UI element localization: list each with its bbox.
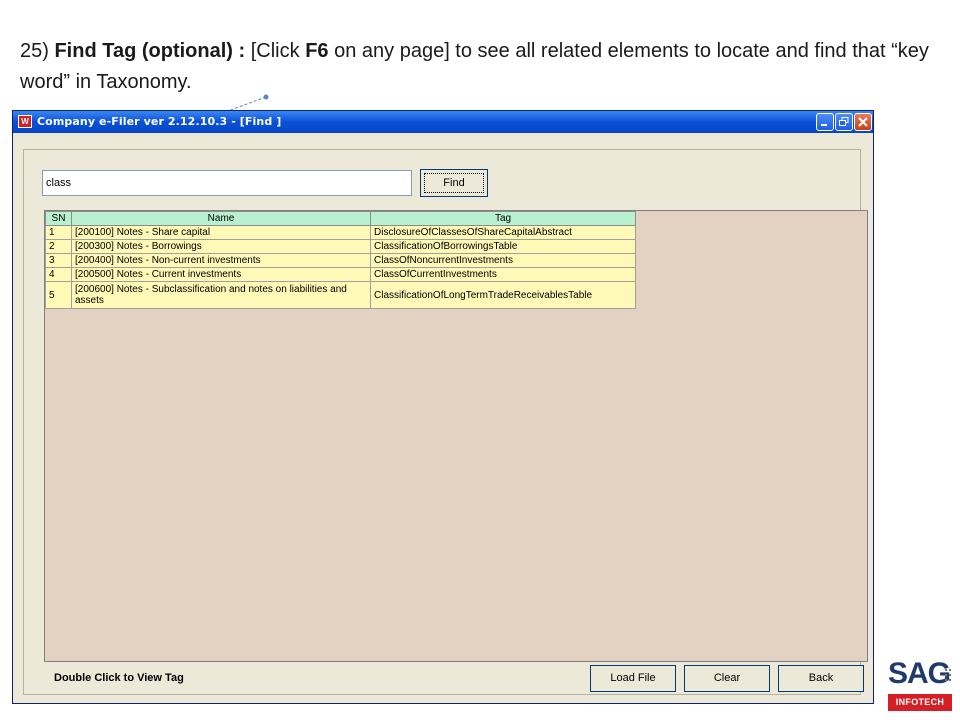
table-row[interactable]: 3 [200400] Notes - Non-current investmen… — [45, 253, 636, 268]
window-title: Company e-Filer ver 2.12.10.3 - [Find ] — [37, 115, 282, 128]
find-panel: Find SN Name Tag 1 [200100] Notes — [23, 149, 868, 695]
table-header-row: SN Name Tag — [45, 211, 636, 226]
cell-tag: ClassificationOfLongTermTradeReceivables… — [370, 281, 636, 309]
restore-icon — [839, 117, 849, 126]
cell-name: [200300] Notes - Borrowings — [71, 239, 371, 254]
load-file-button[interactable]: Load File — [590, 665, 676, 692]
minimize-icon — [821, 124, 827, 126]
close-icon — [858, 117, 868, 127]
window-body: Find SN Name Tag 1 [200100] Notes — [17, 139, 869, 701]
sag-infotech-logo: SAG INFOTECH — [886, 658, 956, 714]
slide-caption: 25) Find Tag (optional) : [Click F6 on a… — [20, 36, 940, 98]
search-input[interactable] — [42, 170, 412, 196]
app-icon: W — [18, 115, 32, 128]
caption-pre: [Click — [250, 40, 300, 62]
find-window: W Company e-Filer ver 2.12.10.3 - [Find … — [12, 110, 874, 704]
clear-button[interactable]: Clear — [684, 665, 770, 692]
results-grid[interactable]: SN Name Tag 1 [200100] Notes - Share cap… — [44, 210, 868, 662]
logo-sub: INFOTECH — [888, 694, 952, 711]
restore-button[interactable] — [835, 113, 853, 131]
header-sn[interactable]: SN — [45, 211, 72, 226]
back-button[interactable]: Back — [778, 665, 864, 692]
header-name[interactable]: Name — [71, 211, 371, 226]
cell-name: [200100] Notes - Share capital — [71, 225, 371, 240]
logo-dots-icon — [944, 668, 952, 682]
cell-tag: ClassificationOfBorrowingsTable — [370, 239, 636, 254]
caption-number: 25) — [20, 40, 49, 62]
hint-text: Double Click to View Tag — [54, 672, 184, 684]
window-titlebar: W Company e-Filer ver 2.12.10.3 - [Find … — [13, 111, 873, 133]
cell-sn: 3 — [45, 253, 72, 268]
header-tag[interactable]: Tag — [370, 211, 636, 226]
caption-key: F6 — [305, 40, 329, 62]
results-table: SN Name Tag 1 [200100] Notes - Share cap… — [45, 211, 636, 309]
cell-tag: ClassOfNoncurrentInvestments — [370, 253, 636, 268]
close-button[interactable] — [854, 113, 872, 131]
cell-name: [200500] Notes - Current investments — [71, 267, 371, 282]
logo-name: SAG — [888, 657, 951, 690]
cell-sn: 4 — [45, 267, 72, 282]
find-button-label: Find — [443, 177, 465, 189]
caption-title: Find Tag (optional) : — [54, 40, 246, 62]
find-button[interactable]: Find — [420, 169, 488, 197]
minimize-button[interactable] — [816, 113, 834, 131]
cell-name: [200600] Notes - Subclassification and n… — [71, 281, 371, 309]
table-row[interactable]: 1 [200100] Notes - Share capital Disclos… — [45, 225, 636, 240]
table-row[interactable]: 4 [200500] Notes - Current investments C… — [45, 267, 636, 282]
cell-sn: 1 — [45, 225, 72, 240]
table-row[interactable]: 5 [200600] Notes - Subclassification and… — [45, 281, 636, 309]
cell-sn: 2 — [45, 239, 72, 254]
table-row[interactable]: 2 [200300] Notes - Borrowings Classifica… — [45, 239, 636, 254]
cell-tag: ClassOfCurrentInvestments — [370, 267, 636, 282]
cell-name: [200400] Notes - Non-current investments — [71, 253, 371, 268]
cell-sn: 5 — [45, 281, 72, 309]
cell-tag: DisclosureOfClassesOfShareCapitalAbstrac… — [370, 225, 636, 240]
